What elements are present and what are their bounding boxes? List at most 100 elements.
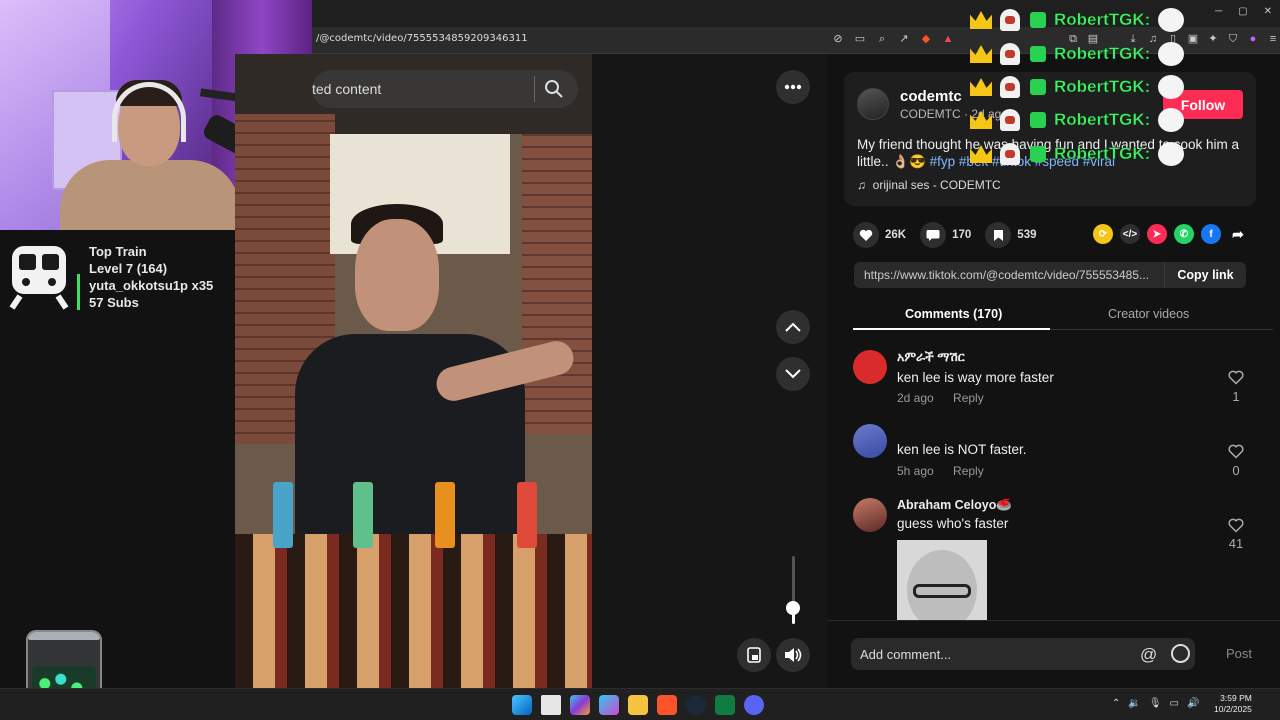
wallet-icon[interactable]: ▣	[1186, 31, 1200, 47]
leo-icon[interactable]: ✦	[1206, 31, 1220, 47]
post-button[interactable]: Post	[1226, 646, 1252, 661]
tab-comments[interactable]: Comments (170)	[905, 307, 1002, 321]
system-tray: ⌃ 🔉 🎙 ▭ 🔊	[1112, 698, 1199, 709]
save-action[interactable]: 539	[985, 222, 1036, 248]
tab-creator-videos[interactable]: Creator videos	[1108, 307, 1189, 321]
task-view-icon[interactable]	[541, 695, 561, 715]
chat-username: RobertTGK:	[1054, 77, 1151, 96]
chat-username: RobertTGK:	[1054, 10, 1151, 29]
profile-icon[interactable]: ●	[1246, 31, 1260, 47]
comment-like-button[interactable]	[1226, 518, 1246, 536]
picture-in-picture-button[interactable]	[737, 638, 771, 672]
author-avatar[interactable]	[857, 88, 889, 120]
commenter-avatar[interactable]	[853, 498, 887, 532]
chat-message: RobertTGK:	[970, 40, 1185, 68]
mention-icon[interactable]: @	[1140, 645, 1157, 665]
reply-button[interactable]: Reply	[953, 464, 984, 478]
file-explorer-icon[interactable]	[628, 695, 648, 715]
close-icon[interactable]: ✕	[1264, 6, 1272, 17]
no-tracking-icon[interactable]: ⊘	[830, 31, 846, 47]
previous-video-button[interactable]	[776, 310, 810, 344]
comment-like-button[interactable]	[1226, 370, 1246, 388]
vpn-icon[interactable]: ⛉	[1226, 31, 1240, 47]
ghost-icon	[1000, 43, 1020, 65]
more-options-button[interactable]	[776, 70, 810, 104]
zoom-icon[interactable]: ⌕	[874, 31, 890, 47]
m365-icon[interactable]	[570, 695, 590, 715]
commenter-avatar[interactable]	[853, 350, 887, 384]
chat-message: RobertTGK:	[970, 106, 1185, 134]
network-icon[interactable]: ▭	[1170, 698, 1179, 709]
bookmark-icon	[993, 229, 1003, 241]
comment-action[interactable]: 170	[920, 222, 971, 248]
music-link[interactable]: ♫ orijinal ses - CODEMTC	[857, 178, 1001, 192]
share-more-icon[interactable]: ➦	[1228, 224, 1248, 244]
start-icon[interactable]	[512, 695, 532, 715]
audio-device-icon[interactable]: 🔉	[1128, 698, 1140, 709]
like-action[interactable]: 26K	[853, 222, 906, 248]
gift-icon	[1030, 46, 1046, 62]
save-count: 539	[1017, 229, 1037, 241]
taskbar-clock[interactable]: 3:59 PM 10/2/2025	[1214, 693, 1252, 715]
window-controls: ─ ▢ ✕	[1215, 6, 1272, 17]
gift-icon	[1030, 12, 1046, 28]
steam-icon[interactable]	[686, 695, 706, 715]
ghost-icon	[1000, 76, 1020, 98]
volume-handle[interactable]	[786, 601, 800, 615]
search-input[interactable]: ted content	[312, 81, 381, 97]
copy-link-button[interactable]: Copy link	[1164, 262, 1246, 288]
clock-time: 3:59 PM	[1220, 693, 1252, 703]
maximize-icon[interactable]: ▢	[1238, 6, 1247, 17]
crown-icon	[970, 78, 992, 96]
excel-icon[interactable]	[715, 695, 735, 715]
share-icon[interactable]: ↗	[896, 31, 912, 47]
chat-username: RobertTGK:	[1054, 144, 1151, 163]
more-icon	[784, 84, 802, 90]
train-title: Top Train	[89, 244, 147, 259]
emote-icon	[1158, 142, 1185, 166]
search-icon[interactable]	[544, 79, 564, 99]
video-player[interactable]	[235, 54, 592, 688]
comment-text: ken lee is way more faster	[897, 370, 1054, 385]
taskbar-apps	[512, 695, 764, 715]
comment-like-button[interactable]	[1226, 444, 1246, 462]
comment-text: guess who's faster	[897, 516, 1009, 531]
gift-icon	[1030, 146, 1046, 162]
copilot-icon[interactable]	[599, 695, 619, 715]
repost-icon[interactable]: ⟳	[1093, 224, 1113, 244]
train-user: yuta_okkotsu1p x35	[89, 278, 214, 293]
url-text[interactable]: /@codemtc/video/7555534859209346311	[316, 33, 528, 44]
crown-icon	[970, 111, 992, 129]
heart-outline-icon	[1228, 444, 1244, 459]
gift-icon	[1030, 79, 1046, 95]
commenter-name[interactable]: አምራች ማሽር	[897, 350, 965, 365]
discord-icon[interactable]	[744, 695, 764, 715]
train-subs: 57 Subs	[89, 295, 139, 310]
taskbar: ⌃ 🔉 🎙 ▭ 🔊	[0, 688, 1280, 720]
rewards-icon[interactable]: ▲	[940, 31, 956, 47]
cast-icon[interactable]: ▭	[852, 31, 868, 47]
mute-button[interactable]	[776, 638, 810, 672]
facebook-icon[interactable]: f	[1201, 224, 1221, 244]
send-icon[interactable]: ➤	[1147, 224, 1167, 244]
author-name[interactable]: codemtc	[900, 88, 962, 105]
brave-shield-icon[interactable]: ◆	[918, 31, 934, 47]
minimize-icon[interactable]: ─	[1215, 6, 1222, 17]
emoji-icon[interactable]	[1171, 644, 1190, 663]
menu-icon[interactable]: ≡	[1266, 31, 1280, 47]
video-link[interactable]: https://www.tiktok.com/@codemtc/video/75…	[864, 268, 1149, 282]
commenter-name[interactable]: Abraham Celoyo🥌	[897, 498, 1012, 513]
ghost-icon	[1000, 9, 1020, 31]
comment-image[interactable]	[897, 540, 987, 620]
embed-icon[interactable]: </>	[1120, 224, 1140, 244]
whatsapp-icon[interactable]: ✆	[1174, 224, 1194, 244]
commenter-avatar[interactable]	[853, 424, 887, 458]
next-video-button[interactable]	[776, 357, 810, 391]
speaker-icon[interactable]: 🔊	[1187, 698, 1199, 709]
mic-icon[interactable]: 🎙	[1149, 698, 1162, 709]
tray-chevron-icon[interactable]: ⌃	[1112, 698, 1120, 709]
brave-icon[interactable]	[657, 695, 677, 715]
comment-time: 2d ago	[897, 391, 934, 405]
music-title[interactable]: orijinal ses - CODEMTC	[873, 178, 1001, 192]
reply-button[interactable]: Reply	[953, 391, 984, 405]
